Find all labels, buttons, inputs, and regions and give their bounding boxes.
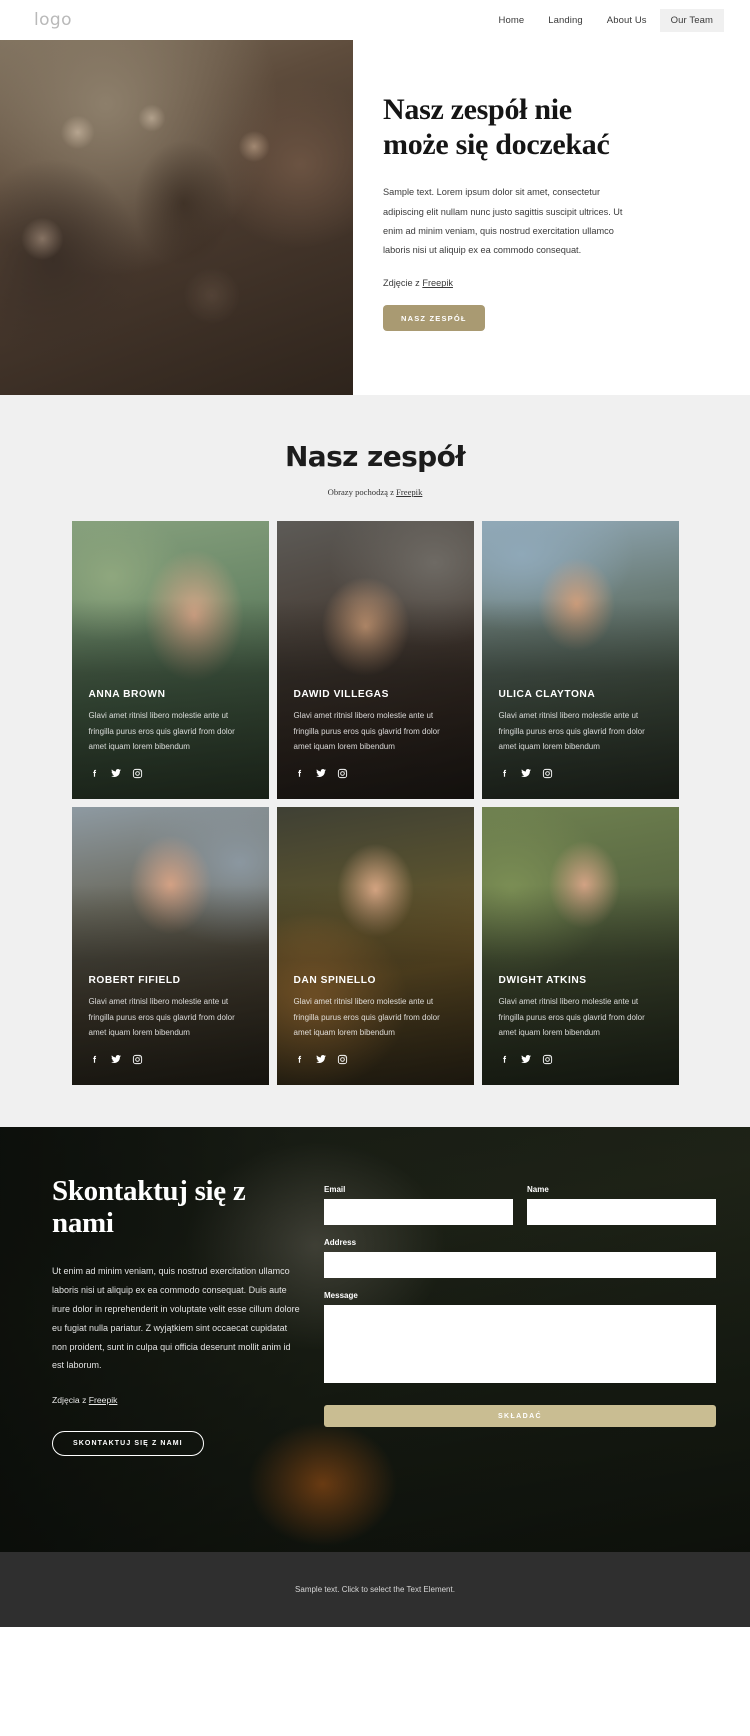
email-label: Email xyxy=(324,1185,346,1194)
member-name: DWIGHT ATKINS xyxy=(498,975,587,987)
hero-section: Nasz zespół nie może się doczekać Sample… xyxy=(0,40,750,395)
nav-item-home[interactable]: Home xyxy=(488,9,536,32)
contact-form: Email Name Address Message SKŁADAĆ xyxy=(324,1175,716,1456)
form-field-message: Message xyxy=(324,1291,716,1388)
team-card[interactable]: ULICA CLAYTONA Glavi amet ritnisl libero… xyxy=(481,521,679,799)
hero-credit-prefix: Zdjęcie z xyxy=(383,278,423,289)
twitter-icon[interactable] xyxy=(315,767,327,779)
contact-credit: Zdjęcia z Freepik xyxy=(52,1395,302,1405)
team-subtitle-link[interactable]: Freepik xyxy=(396,487,422,497)
facebook-icon[interactable] xyxy=(294,768,305,779)
form-field-email: Email xyxy=(324,1185,513,1225)
nav-item-landing[interactable]: Landing xyxy=(537,9,594,32)
site-header: logo Home Landing About Us Our Team xyxy=(0,0,750,40)
address-input[interactable] xyxy=(324,1252,716,1278)
member-name: ROBERT FIFIELD xyxy=(88,975,181,987)
hero-title: Nasz zespół nie może się doczekać xyxy=(383,93,610,162)
member-description: Glavi amet ritnisl libero molestie ante … xyxy=(498,711,645,752)
contact-inner: Skontaktuj się z nami Ut enim ad minim v… xyxy=(0,1127,750,1457)
message-textarea[interactable] xyxy=(324,1305,716,1383)
team-title: Nasz zespół xyxy=(284,440,466,473)
contact-text-column: Skontaktuj się z nami Ut enim ad minim v… xyxy=(52,1175,302,1457)
member-info: DAN SPINELLO Glavi amet ritnisl libero m… xyxy=(294,975,457,1065)
hero-credit-link[interactable]: Freepik xyxy=(422,278,453,288)
member-description: Glavi amet ritnisl libero molestie ante … xyxy=(88,711,235,752)
team-subtitle: Obrazy pochodzą z Freepik xyxy=(0,487,750,497)
nav-item-our-team[interactable]: Our Team xyxy=(659,8,724,32)
member-info: ANNA BROWN Glavi amet ritnisl libero mol… xyxy=(89,689,252,779)
facebook-icon[interactable] xyxy=(499,1054,510,1065)
form-field-address: Address xyxy=(324,1238,716,1278)
team-card[interactable]: ROBERT FIFIELD Glavi amet ritnisl libero… xyxy=(71,807,269,1085)
member-socials xyxy=(294,767,457,779)
facebook-icon[interactable] xyxy=(89,1054,100,1065)
member-description: Glavi amet ritnisl libero molestie ante … xyxy=(293,711,440,752)
page-root: logo Home Landing About Us Our Team Nasz… xyxy=(0,0,750,1627)
member-name: DAWID VILLEGAS xyxy=(293,689,389,701)
form-row-email-name: Email Name xyxy=(324,1185,716,1238)
contact-title: Skontaktuj się z nami xyxy=(52,1175,246,1240)
member-socials xyxy=(294,1053,457,1065)
nav-item-about-us[interactable]: About Us xyxy=(596,9,658,32)
member-info: DAWID VILLEGAS Glavi amet ritnisl libero… xyxy=(294,689,457,779)
form-field-name: Name xyxy=(527,1185,716,1225)
member-name: ANNA BROWN xyxy=(88,689,166,701)
hero-credit: Zdjęcie z Freepik xyxy=(383,278,710,288)
member-name: DAN SPINELLO xyxy=(293,975,376,987)
member-socials xyxy=(89,1053,252,1065)
twitter-icon[interactable] xyxy=(520,1053,532,1065)
address-label: Address xyxy=(324,1238,357,1247)
hero-paragraph: Sample text. Lorem ipsum dolor sit amet,… xyxy=(383,187,623,256)
team-subtitle-prefix: Obrazy pochodzą z xyxy=(327,487,397,497)
member-info: ROBERT FIFIELD Glavi amet ritnisl libero… xyxy=(89,975,252,1065)
message-label: Message xyxy=(324,1291,358,1300)
member-description: Glavi amet ritnisl libero molestie ante … xyxy=(293,997,440,1038)
instagram-icon[interactable] xyxy=(132,1054,143,1065)
contact-credit-prefix: Zdjęcia z xyxy=(52,1395,89,1406)
contact-credit-link[interactable]: Freepik xyxy=(89,1395,118,1405)
logo[interactable]: logo xyxy=(34,10,72,30)
member-info: DWIGHT ATKINS Glavi amet ritnisl libero … xyxy=(499,975,662,1065)
member-info: ULICA CLAYTONA Glavi amet ritnisl libero… xyxy=(499,689,662,779)
instagram-icon[interactable] xyxy=(337,768,348,779)
twitter-icon[interactable] xyxy=(315,1053,327,1065)
twitter-icon[interactable] xyxy=(110,767,122,779)
member-socials xyxy=(499,1053,662,1065)
team-grid: ANNA BROWN Glavi amet ritnisl libero mol… xyxy=(0,521,750,1085)
contact-paragraph: Ut enim ad minim veniam, quis nostrud ex… xyxy=(52,1265,300,1371)
instagram-icon[interactable] xyxy=(337,1054,348,1065)
site-footer: Sample text. Click to select the Text El… xyxy=(0,1552,750,1627)
contact-cta-button[interactable]: SKONTAKTUJ SIĘ Z NAMI xyxy=(52,1431,204,1457)
team-section: Nasz zespół Obrazy pochodzą z Freepik AN… xyxy=(0,395,750,1127)
instagram-icon[interactable] xyxy=(132,768,143,779)
twitter-icon[interactable] xyxy=(520,767,532,779)
hero-photo xyxy=(0,40,353,395)
facebook-icon[interactable] xyxy=(294,1054,305,1065)
member-description: Glavi amet ritnisl libero molestie ante … xyxy=(88,997,235,1038)
name-label: Name xyxy=(527,1185,549,1194)
team-card[interactable]: DAN SPINELLO Glavi amet ritnisl libero m… xyxy=(276,807,474,1085)
hero-cta-button[interactable]: NASZ ZESPÓŁ xyxy=(383,305,485,332)
footer-text: Sample text. Click to select the Text El… xyxy=(295,1585,455,1594)
name-input[interactable] xyxy=(527,1199,716,1225)
team-card[interactable]: DWIGHT ATKINS Glavi amet ritnisl libero … xyxy=(481,807,679,1085)
main-nav: Home Landing About Us Our Team xyxy=(488,8,724,32)
instagram-icon[interactable] xyxy=(542,768,553,779)
instagram-icon[interactable] xyxy=(542,1054,553,1065)
email-input[interactable] xyxy=(324,1199,513,1225)
member-description: Glavi amet ritnisl libero molestie ante … xyxy=(498,997,645,1038)
member-socials xyxy=(89,767,252,779)
team-card[interactable]: DAWID VILLEGAS Glavi amet ritnisl libero… xyxy=(276,521,474,799)
facebook-icon[interactable] xyxy=(499,768,510,779)
contact-section: Skontaktuj się z nami Ut enim ad minim v… xyxy=(0,1127,750,1552)
hero-image xyxy=(0,40,353,395)
team-card[interactable]: ANNA BROWN Glavi amet ritnisl libero mol… xyxy=(71,521,269,799)
facebook-icon[interactable] xyxy=(89,768,100,779)
member-socials xyxy=(499,767,662,779)
hero-content: Nasz zespół nie może się doczekać Sample… xyxy=(353,40,750,395)
member-name: ULICA CLAYTONA xyxy=(498,689,596,701)
twitter-icon[interactable] xyxy=(110,1053,122,1065)
submit-button[interactable]: SKŁADAĆ xyxy=(324,1405,716,1427)
